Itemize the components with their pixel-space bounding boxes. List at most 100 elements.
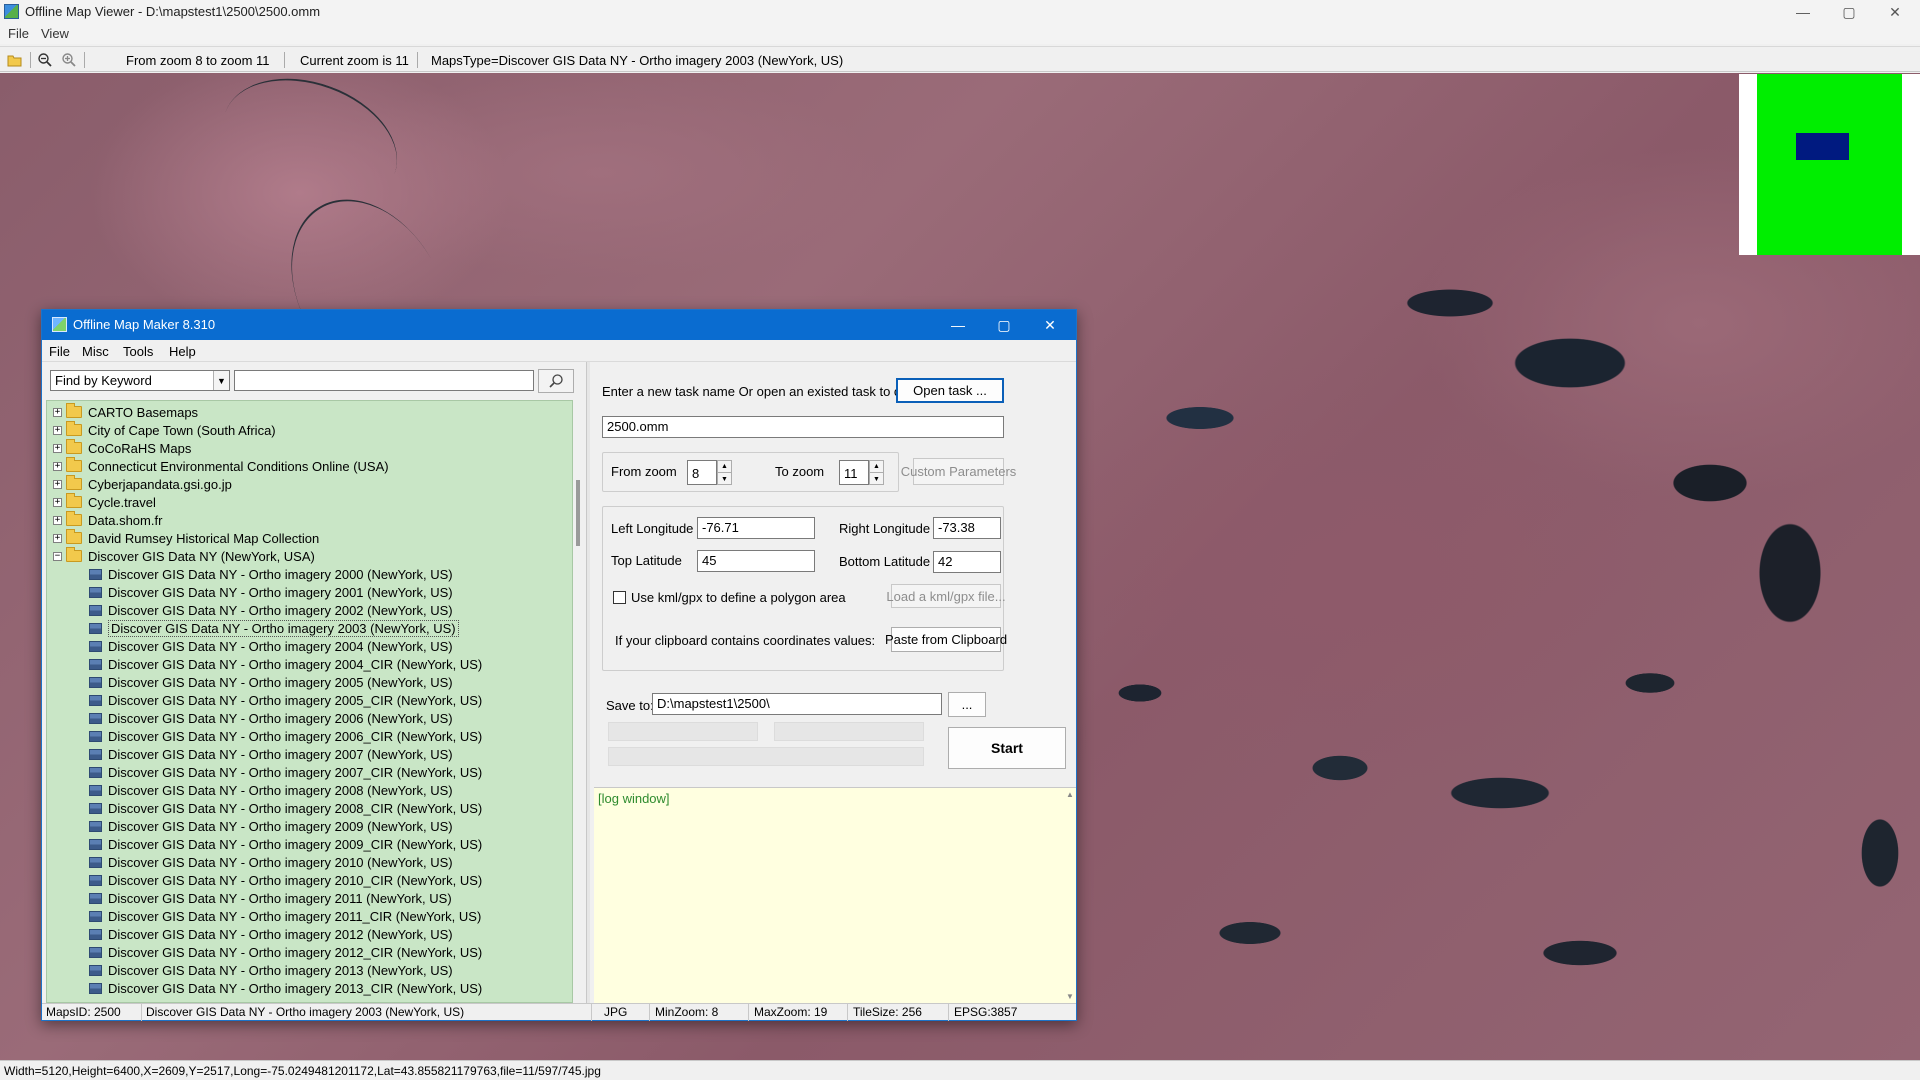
tree-map-item[interactable]: Discover GIS Data NY - Ortho imagery 201… [89,961,453,979]
tree-map-item[interactable]: Discover GIS Data NY - Ortho imagery 201… [89,943,482,961]
tree-map-item[interactable]: Discover GIS Data NY - Ortho imagery 201… [89,889,452,907]
expand-icon[interactable]: + [53,533,62,543]
tree-map-item[interactable]: Discover GIS Data NY - Ortho imagery 201… [89,979,482,997]
tree-map-item[interactable]: Discover GIS Data NY - Ortho imagery 201… [89,925,453,943]
log-scrollbar[interactable]: ▲ ▼ [1064,788,1076,1004]
tree-map-item[interactable]: Discover GIS Data NY - Ortho imagery 200… [89,835,482,853]
tree-map-item[interactable]: Discover GIS Data NY - Ortho imagery 200… [89,655,482,673]
zoom-out-icon[interactable] [36,51,54,69]
tree-map-item[interactable]: Discover GIS Data NY - Ortho imagery 201… [89,871,482,889]
tree-folder-item[interactable]: + City of Cape Town (South Africa) [53,421,276,439]
expand-icon[interactable]: + [53,479,62,489]
viewer-menu-bar: File View [0,24,1920,44]
tree-folder-item[interactable]: + David Rumsey Historical Map Collection [53,529,319,547]
tree-map-item[interactable]: Discover GIS Data NY - Ortho imagery 200… [89,709,453,727]
expand-icon[interactable]: + [53,407,62,417]
expand-icon[interactable]: + [53,425,62,435]
tree-map-item[interactable]: Discover GIS Data NY - Ortho imagery 200… [89,565,453,583]
tree-map-item[interactable]: Discover GIS Data NY - Ortho imagery 200… [89,799,482,817]
tree-map-item[interactable]: Discover GIS Data NY - Ortho imagery 200… [89,583,453,601]
tree-folder-item[interactable]: + CARTO Basemaps [53,403,198,421]
tree-item-label: Discover GIS Data NY - Ortho imagery 200… [108,782,453,798]
tree-map-item[interactable]: Discover GIS Data NY - Ortho imagery 200… [89,619,459,637]
search-mode-select[interactable]: Find by Keyword ▼ [50,370,230,391]
dialog-maximize-button[interactable]: ▢ [981,310,1027,340]
browse-button[interactable]: ... [948,692,986,717]
custom-parameters-button[interactable]: Custom Parameters [901,458,1016,485]
bottom-latitude-input[interactable]: 42 [933,551,1001,573]
overview-map[interactable] [1739,74,1920,255]
top-latitude-input[interactable]: 45 [697,550,815,572]
save-path-input[interactable]: D:\mapstest1\2500\ [652,693,942,715]
chevron-down-icon[interactable]: ▼ [213,371,229,390]
tree-item-label: Discover GIS Data NY - Ortho imagery 200… [108,602,453,618]
close-button[interactable]: ✕ [1872,0,1918,24]
to-zoom-stepper[interactable]: ▲ ▼ [869,460,884,485]
tree-item-label: City of Cape Town (South Africa) [88,422,276,438]
tree-scrollbar[interactable] [573,400,585,1003]
tree-map-item[interactable]: Discover GIS Data NY - Ortho imagery 200… [89,745,453,763]
zoom-in-icon[interactable] [60,51,78,69]
tree-folder-item[interactable]: + CoCoRaHS Maps [53,439,191,457]
search-button[interactable] [538,369,574,393]
tree-map-item[interactable]: Discover GIS Data NY - Ortho imagery 201… [89,907,481,925]
dialog-menu-help[interactable]: Help [169,344,196,359]
expand-icon[interactable]: + [53,443,62,453]
dialog-menu-tools[interactable]: Tools [123,344,153,359]
log-text: [log window] [598,791,670,806]
tree-map-item[interactable]: Discover GIS Data NY - Ortho imagery 200… [89,727,482,745]
tree-map-item[interactable]: Discover GIS Data NY - Ortho imagery 200… [89,673,453,691]
open-folder-icon[interactable] [6,51,24,69]
keyword-input[interactable] [234,370,534,391]
to-zoom-input[interactable]: 11 [839,460,869,485]
scroll-thumb[interactable] [576,480,580,546]
zoom-range-info: From zoom 8 to zoom 11 [126,53,270,68]
tree-map-item[interactable]: Discover GIS Data NY - Ortho imagery 200… [89,637,453,655]
menu-file[interactable]: File [8,26,29,41]
minimize-button[interactable]: — [1780,0,1826,24]
load-kml-button[interactable]: Load a kml/gpx file... [886,584,1006,608]
from-zoom-input[interactable]: 8 [687,460,717,485]
tree-map-item[interactable]: Discover GIS Data NY - Ortho imagery 200… [89,601,453,619]
dialog-minimize-button[interactable]: — [935,310,981,340]
paste-clipboard-button[interactable]: Paste from Clipboard [885,627,1007,652]
tree-map-item[interactable]: Discover GIS Data NY - Ortho imagery 200… [89,781,453,799]
map-layer-icon [89,802,102,814]
kml-checkbox[interactable] [613,591,626,604]
expand-icon[interactable]: + [53,461,62,471]
dialog-close-button[interactable]: ✕ [1027,310,1073,340]
folder-icon [66,439,82,454]
tree-map-item[interactable]: Discover GIS Data NY - Ortho imagery 200… [89,691,482,709]
overview-viewport[interactable] [1796,133,1849,160]
open-task-button[interactable]: Open task ... [896,378,1004,403]
task-name-input[interactable]: 2500.omm [602,416,1004,438]
expand-icon[interactable]: + [53,515,62,525]
tree-map-item[interactable]: Discover GIS Data NY - Ortho imagery 200… [89,763,482,781]
collapse-icon[interactable]: − [53,551,62,561]
tree-folder-item[interactable]: − Discover GIS Data NY (NewYork, USA) [53,547,315,565]
tree-folder-item[interactable]: + Data.shom.fr [53,511,162,529]
from-zoom-stepper[interactable]: ▲ ▼ [717,460,732,485]
status-maps-id: MapsID: 2500 [42,1004,142,1021]
dialog-menu-misc[interactable]: Misc [82,344,109,359]
right-longitude-input[interactable]: -73.38 [933,517,1001,539]
tree-folder-item[interactable]: + Cycle.travel [53,493,156,511]
maximize-button[interactable]: ▢ [1826,0,1872,24]
scroll-up-icon[interactable]: ▲ [1066,790,1074,799]
start-button[interactable]: Start [948,727,1066,769]
map-layer-icon [89,586,102,598]
scroll-down-icon[interactable]: ▼ [1066,992,1074,1001]
tree-folder-item[interactable]: + Connecticut Environmental Conditions On… [53,457,389,475]
expand-icon[interactable]: + [53,497,62,507]
tree-map-item[interactable]: Discover GIS Data NY - Ortho imagery 201… [89,853,453,871]
dialog-menu-file[interactable]: File [49,344,70,359]
menu-view[interactable]: View [41,26,69,41]
left-longitude-input[interactable]: -76.71 [697,517,815,539]
map-source-tree[interactable]: + CARTO Basemaps + City of Cape Town (South… [46,400,573,1003]
tree-map-item[interactable]: Discover GIS Data NY - Ortho imagery 200… [89,817,453,835]
log-window[interactable]: [log window] ▲ ▼ [594,787,1076,1003]
tree-folder-item[interactable]: + Cyberjapandata.gsi.go.jp [53,475,232,493]
folder-icon [66,511,82,526]
status-epsg: EPSG:3857 [954,1005,1018,1019]
map-layer-icon [89,820,102,832]
